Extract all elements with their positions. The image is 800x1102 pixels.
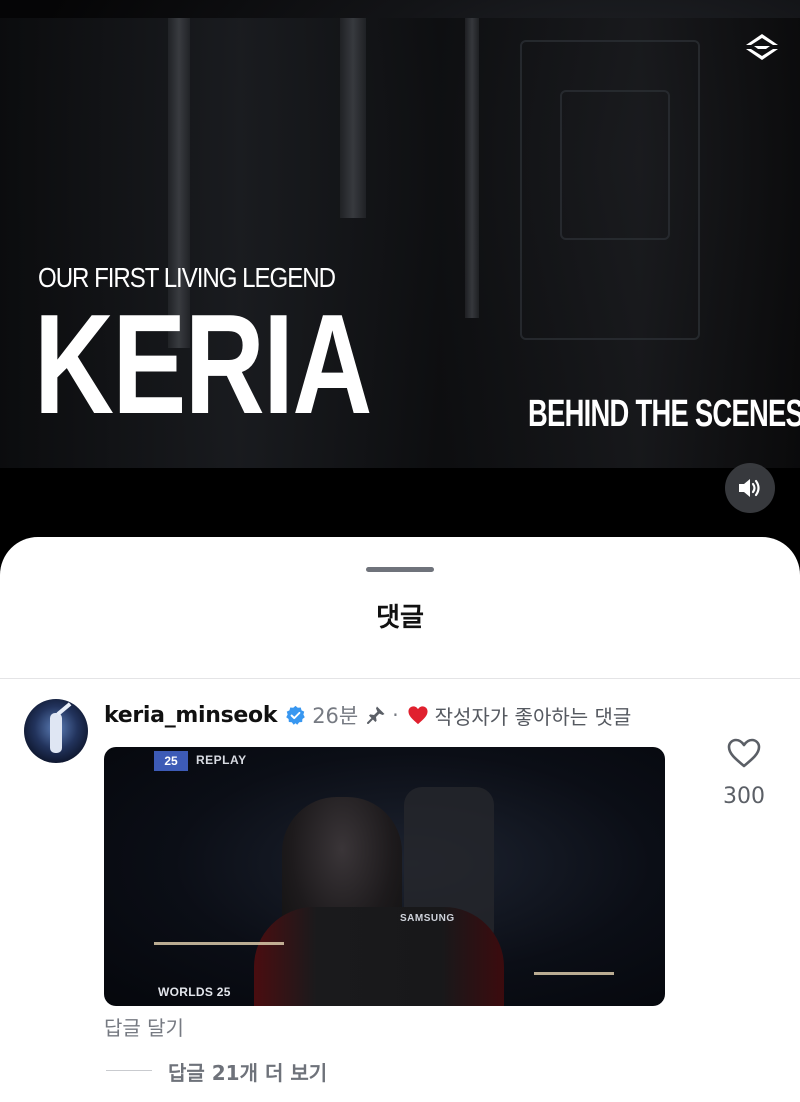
media-sponsor-text: SAMSUNG (400, 913, 455, 924)
video-tagline: BEHIND THE SCENES (528, 393, 800, 435)
comment-meta: keria_minseok 26분 · 작성자가 좋아하는 댓글 (104, 700, 631, 730)
sheet-divider (0, 678, 800, 679)
like-count: 300 (723, 784, 765, 809)
sheet-title: 댓글 (376, 603, 424, 633)
comment-media-gif[interactable]: 25 REPLAY SAMSUNG WORLDS 25 (104, 747, 665, 1006)
verified-badge-icon (286, 705, 305, 725)
replies-line-divider (106, 1070, 152, 1071)
view-more-replies-button[interactable]: 답글 21개 더 보기 (168, 1057, 327, 1086)
meta-separator: · (392, 703, 399, 727)
background-rig (560, 90, 670, 240)
comments-sheet: 댓글 keria_minseok 26분 · 작성자가 좋아하는 댓글 25 R… (0, 537, 800, 1102)
avatar-figure-arm (56, 702, 72, 716)
comment-username[interactable]: keria_minseok (104, 703, 277, 728)
avatar[interactable] (24, 699, 88, 763)
background-stand (465, 18, 479, 318)
heart-outline-icon[interactable] (726, 737, 762, 769)
reply-button[interactable]: 답글 달기 (104, 1012, 184, 1041)
video-player[interactable]: OUR FIRST LIVING LEGEND KERIA BEHIND THE… (0, 0, 800, 580)
author-liked-heart-icon (408, 706, 428, 725)
video-title: KERIA (34, 285, 372, 444)
media-overlay-label: REPLAY (196, 753, 247, 767)
sheet-drag-handle[interactable] (366, 567, 434, 572)
speaker-on-icon (739, 479, 760, 497)
background-stand (340, 18, 366, 218)
comment-timestamp: 26분 (312, 704, 359, 728)
pin-icon (367, 706, 385, 724)
media-stage-light (534, 972, 614, 975)
media-player-body (254, 907, 504, 1006)
liked-by-author-label: 작성자가 좋아하는 댓글 (434, 704, 632, 729)
avatar-figure (50, 713, 62, 753)
media-event-badge: 25 (154, 751, 188, 771)
sound-toggle-button[interactable] (725, 463, 775, 513)
brand-logo-icon (746, 34, 778, 60)
media-event-label: WORLDS 25 (158, 985, 231, 999)
media-stage-light (154, 942, 284, 945)
